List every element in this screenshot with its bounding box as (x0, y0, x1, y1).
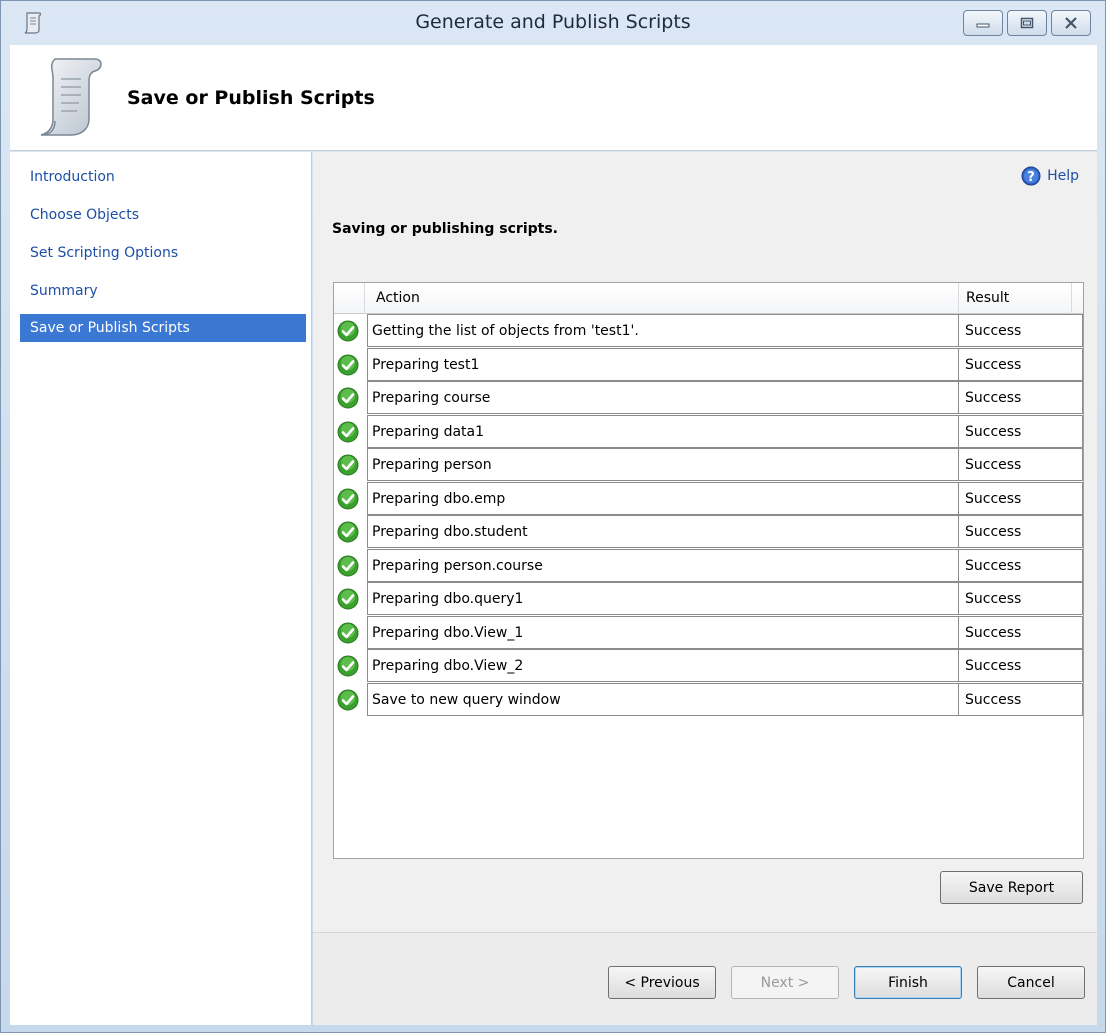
wizard-header: Save or Publish Scripts (10, 45, 1097, 151)
row-action: Preparing person.course (367, 548, 959, 582)
section-title: Saving or publishing scripts. (332, 221, 558, 237)
row-action: Preparing person (367, 448, 959, 481)
row-action: Getting the list of objects from 'test1'… (367, 314, 959, 347)
row-result: Success (958, 615, 1083, 649)
row-result: Success (958, 649, 1083, 682)
wizard-footer: < Previous Next > Finish Cancel (313, 932, 1097, 1025)
table-row[interactable]: Preparing dbo.View_2 Success (334, 649, 1083, 682)
help-label: Help (1047, 168, 1079, 184)
row-result: Success (958, 582, 1083, 615)
table-row[interactable]: Getting the list of objects from 'test1'… (334, 314, 1083, 347)
minimize-button[interactable] (963, 10, 1003, 36)
wizard-content: ? Help Saving or publishing scripts. Act… (313, 152, 1097, 1025)
row-result: Success (958, 548, 1083, 582)
wizard-sidebar: Introduction Choose Objects Set Scriptin… (10, 152, 312, 1025)
success-check-icon (337, 320, 359, 342)
row-result: Success (958, 347, 1083, 381)
row-action: Save to new query window (367, 682, 959, 716)
sidebar-item-save-or-publish-scripts[interactable]: Save or Publish Scripts (20, 314, 306, 342)
table-row[interactable]: Preparing course Success (334, 381, 1083, 414)
close-button[interactable] (1051, 10, 1091, 36)
table-row[interactable]: Save to new query window Success (334, 682, 1083, 716)
success-check-icon (337, 588, 359, 610)
window-controls (963, 10, 1091, 36)
window-title: Generate and Publish Scripts (415, 11, 691, 33)
table-row[interactable]: Preparing dbo.query1 Success (334, 582, 1083, 615)
next-button[interactable]: Next > (731, 966, 839, 999)
help-icon: ? (1021, 166, 1041, 186)
row-action: Preparing dbo.query1 (367, 582, 959, 615)
maximize-button[interactable] (1007, 10, 1047, 36)
sidebar-item-set-scripting-options[interactable]: Set Scripting Options (20, 239, 316, 267)
finish-button[interactable]: Finish (854, 966, 962, 999)
success-check-icon (337, 655, 359, 677)
wizard-window: Generate and Publish Scripts Save or Pub… (0, 0, 1106, 1033)
row-action: Preparing dbo.emp (367, 481, 959, 515)
success-check-icon (337, 622, 359, 643)
page-title: Save or Publish Scripts (127, 87, 375, 109)
row-action: Preparing test1 (367, 347, 959, 381)
success-check-icon (337, 421, 359, 442)
table-row[interactable]: Preparing data1 Success (334, 414, 1083, 448)
column-header-result[interactable]: Result (966, 290, 1009, 306)
row-result: Success (958, 314, 1083, 347)
sidebar-item-summary[interactable]: Summary (20, 277, 316, 305)
column-header-action[interactable]: Action (376, 290, 420, 306)
row-result: Success (958, 682, 1083, 716)
success-check-icon (337, 454, 359, 476)
success-check-icon (337, 521, 359, 543)
row-action: Preparing data1 (367, 414, 959, 448)
table-row[interactable]: Preparing person Success (334, 448, 1083, 481)
row-action: Preparing dbo.View_1 (367, 615, 959, 649)
save-report-button[interactable]: Save Report (940, 871, 1083, 904)
success-check-icon (337, 689, 359, 710)
success-check-icon (337, 354, 359, 375)
close-icon (1065, 17, 1077, 29)
row-result: Success (958, 481, 1083, 515)
row-result: Success (958, 381, 1083, 414)
previous-button[interactable]: < Previous (608, 966, 716, 999)
table-row[interactable]: Preparing dbo.emp Success (334, 481, 1083, 515)
table-row[interactable]: Preparing dbo.student Success (334, 515, 1083, 548)
script-scroll-large-icon (40, 58, 102, 136)
sidebar-item-choose-objects[interactable]: Choose Objects (20, 201, 316, 229)
row-action: Preparing dbo.View_2 (367, 649, 959, 682)
row-action: Preparing dbo.student (367, 515, 959, 548)
success-check-icon (337, 555, 359, 576)
grid-header: Action Result (334, 283, 1083, 314)
row-action: Preparing course (367, 381, 959, 414)
table-row[interactable]: Preparing dbo.View_1 Success (334, 615, 1083, 649)
svg-text:?: ? (1027, 170, 1035, 185)
table-row[interactable]: Preparing person.course Success (334, 548, 1083, 582)
sidebar-item-introduction[interactable]: Introduction (20, 163, 316, 191)
results-grid: Action Result Getting the list of object… (333, 282, 1084, 859)
success-check-icon (337, 488, 359, 509)
maximize-icon (1020, 17, 1034, 29)
table-row[interactable]: Preparing test1 Success (334, 347, 1083, 381)
row-result: Success (958, 448, 1083, 481)
cancel-button[interactable]: Cancel (977, 966, 1085, 999)
row-result: Success (958, 515, 1083, 548)
success-check-icon (337, 387, 359, 409)
minimize-icon (976, 23, 990, 28)
title-bar[interactable]: Generate and Publish Scripts (1, 1, 1105, 45)
help-link[interactable]: ? Help (1021, 166, 1079, 186)
row-result: Success (958, 414, 1083, 448)
